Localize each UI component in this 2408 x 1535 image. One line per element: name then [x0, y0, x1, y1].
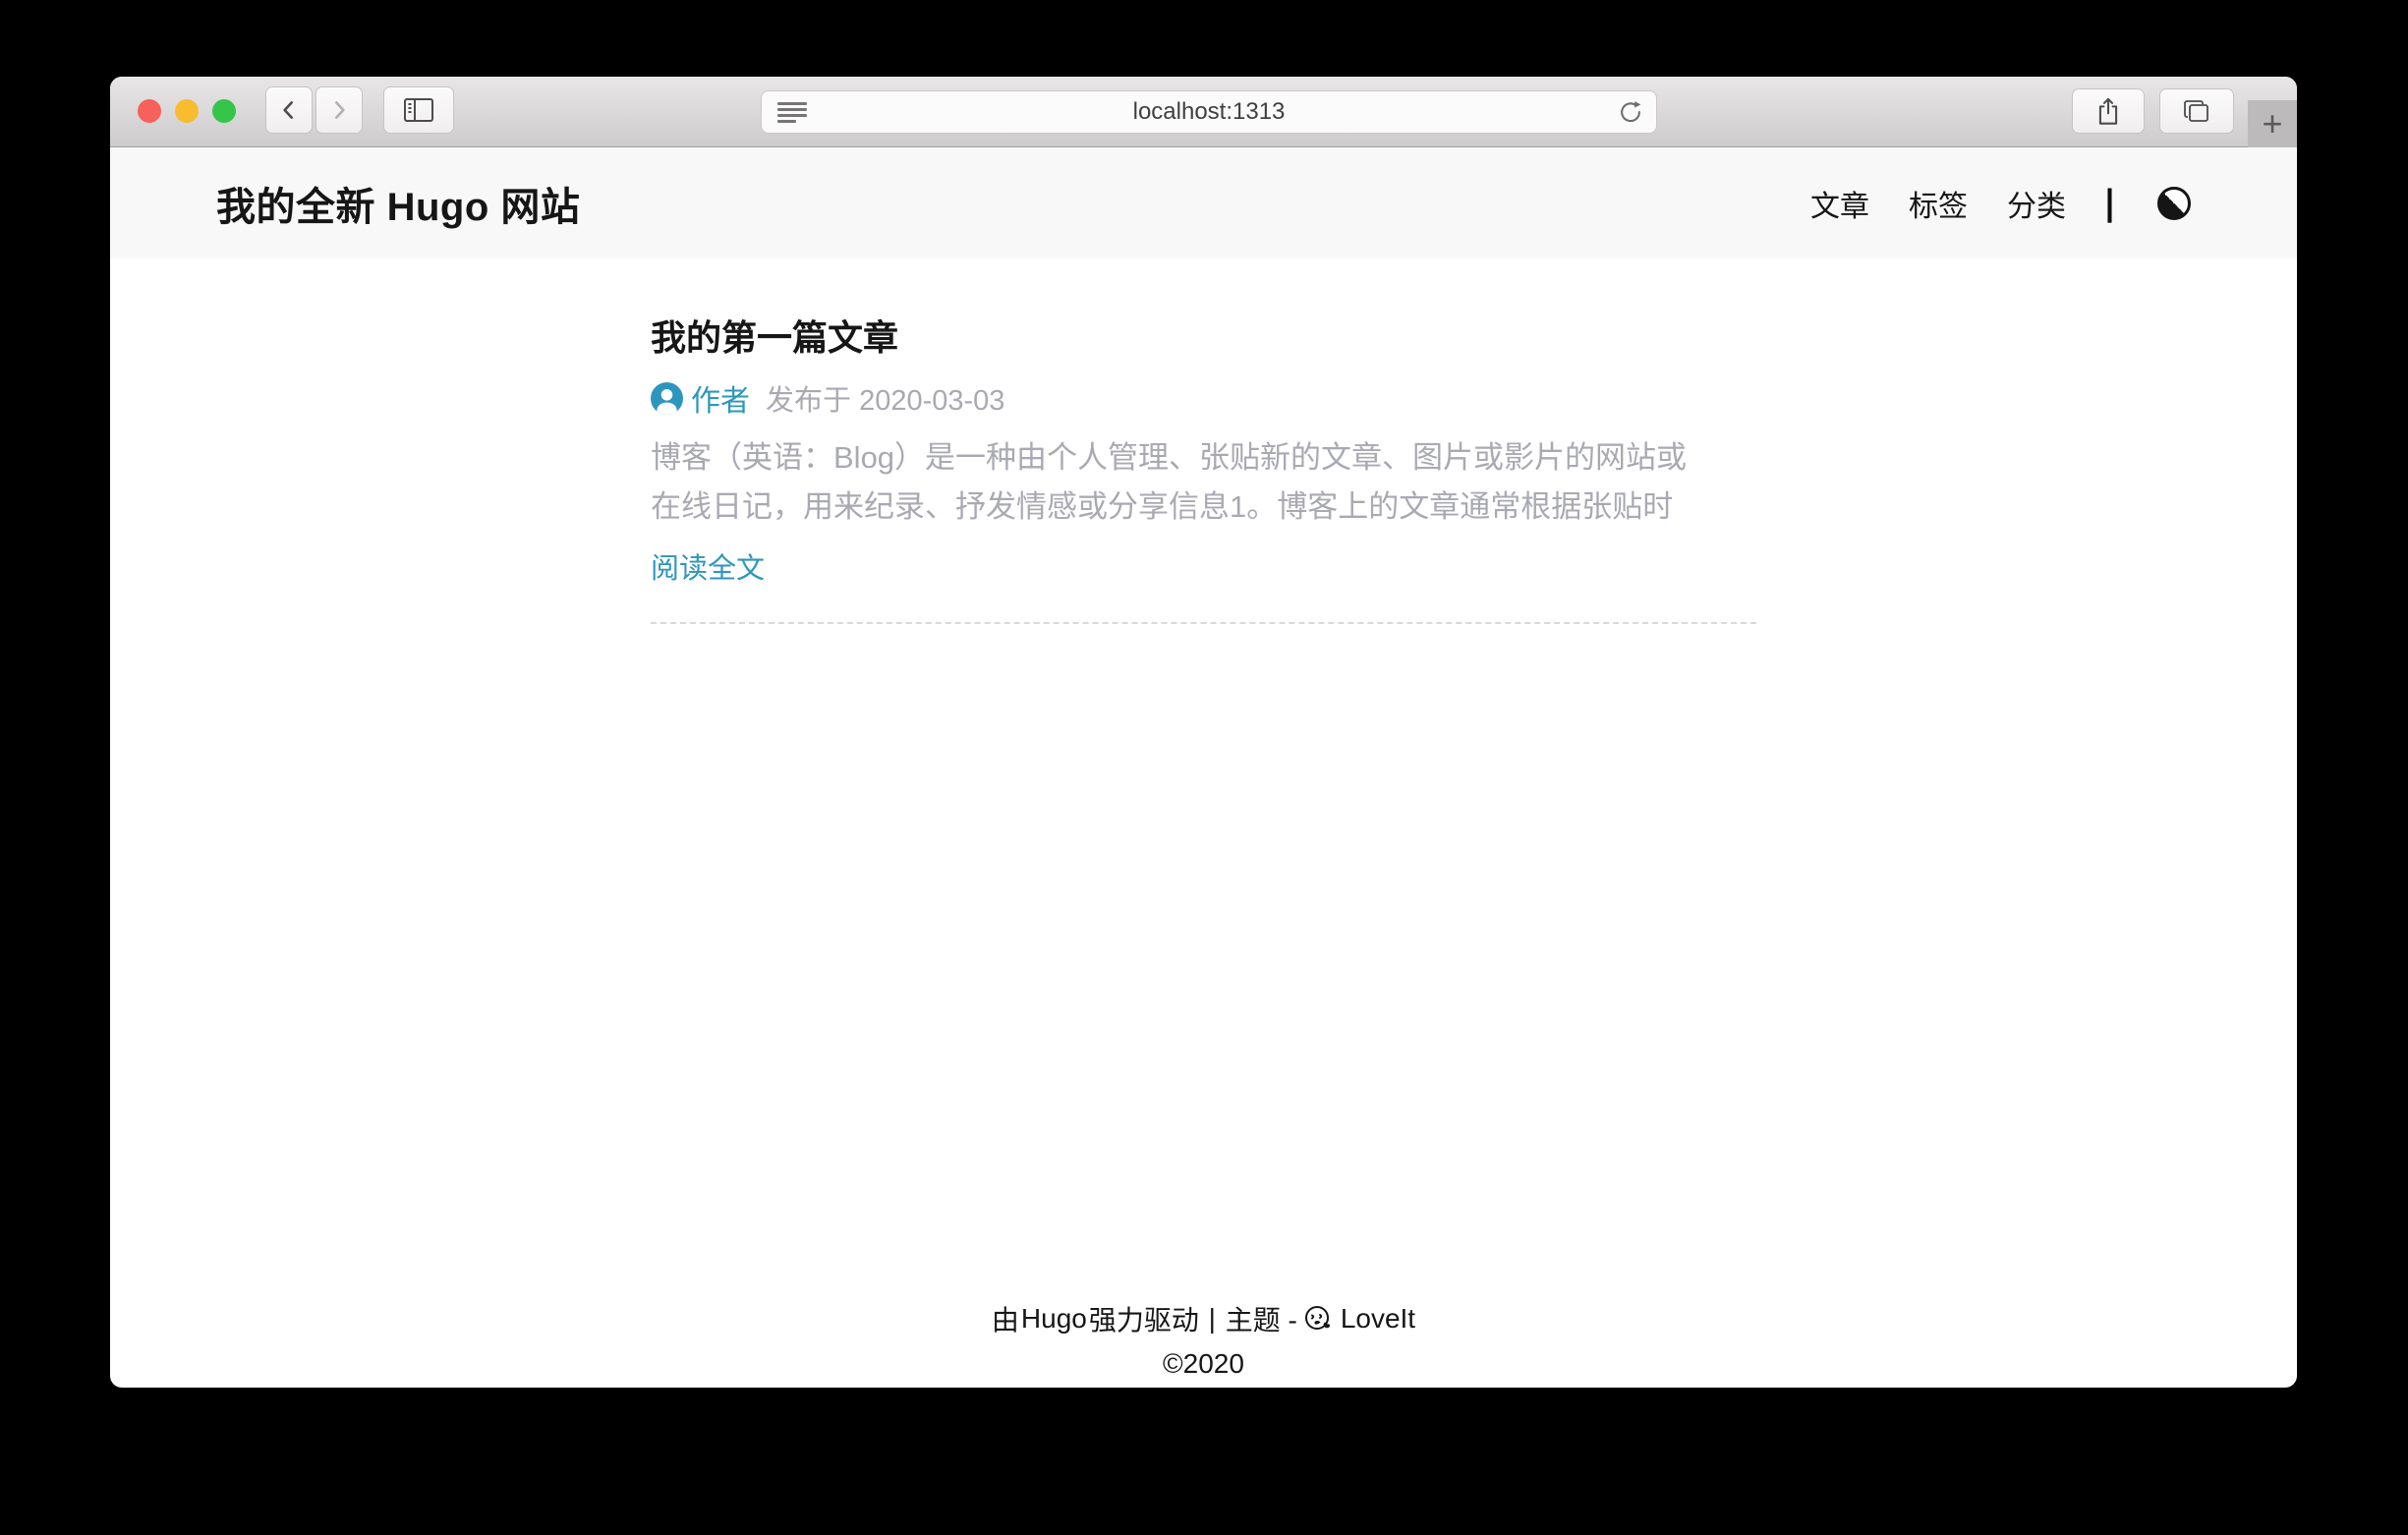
window-controls: [138, 99, 236, 123]
post-title[interactable]: 我的第一篇文章: [651, 310, 1756, 361]
zoom-window-button[interactable]: [212, 99, 236, 123]
browser-window: localhost:1313: [110, 77, 2297, 1388]
theme-toggle-icon[interactable]: [2157, 187, 2191, 220]
publish-date: 2020-03-03: [859, 385, 1004, 417]
sidebar-panel-icon: [403, 96, 434, 124]
reload-icon[interactable]: [1617, 99, 1644, 127]
post-meta: 作者 发布于 2020-03-03: [651, 376, 1756, 420]
close-window-button[interactable]: [138, 99, 161, 123]
site-header: 我的全新 Hugo 网站 文章 标签 分类 |: [110, 147, 2297, 258]
post-summary: 博客（英语：Blog）是一种由个人管理、张贴新的文章、图片或影片的网站或 在线日…: [651, 433, 1756, 532]
nav-item-posts[interactable]: 文章: [1810, 182, 1869, 225]
powered-suffix: 强力驱动: [1089, 1299, 1199, 1338]
powered-prefix: 由: [992, 1299, 1019, 1338]
share-icon: [2094, 96, 2122, 126]
hugo-link[interactable]: Hugo: [1021, 1303, 1087, 1335]
tab-overview-button[interactable]: [2159, 88, 2234, 134]
summary-line: 在线日记，用来纪录、抒发情感或分享信息1。博客上的文章通常根据张贴时: [651, 483, 1756, 532]
kissing-face-icon: [1303, 1304, 1333, 1334]
nav-separator: |: [2105, 182, 2114, 224]
forward-button[interactable]: [315, 86, 363, 134]
site-nav: 文章 标签 分类 |: [1810, 182, 2191, 225]
footer-separator: |: [1201, 1303, 1224, 1335]
post-list: 我的第一篇文章 作者 发布于 2020-03-03 博客（英语：Blog）是一种…: [651, 310, 1756, 624]
sidebar-toggle-button[interactable]: [383, 86, 454, 134]
chevron-right-icon: [326, 97, 352, 123]
browser-toolbar: localhost:1313: [110, 77, 2297, 147]
footer-copyright: ©2020: [110, 1348, 2297, 1380]
tabs-overview-icon: [2182, 97, 2211, 125]
footer-powered-line: 由 Hugo 强力驱动 | 主题 - LoveIt: [110, 1299, 2297, 1338]
chevron-left-icon: [276, 97, 302, 123]
url-text[interactable]: localhost:1313: [762, 90, 1656, 134]
site-footer: 由 Hugo 强力驱动 | 主题 - LoveIt ©2020: [110, 1299, 2297, 1380]
plus-icon: +: [2262, 106, 2282, 142]
post-author-link[interactable]: 作者: [691, 376, 750, 420]
read-more-link[interactable]: 阅读全文: [651, 545, 765, 587]
summary-line: 博客（英语：Blog）是一种由个人管理、张贴新的文章、图片或影片的网站或: [651, 433, 1756, 483]
publish-label: 发布于: [766, 385, 851, 417]
address-bar[interactable]: localhost:1313: [761, 90, 1657, 134]
user-circle-icon: [651, 382, 683, 415]
share-button[interactable]: [2072, 88, 2145, 134]
minimize-window-button[interactable]: [175, 99, 199, 123]
back-button[interactable]: [265, 86, 313, 134]
theme-label: 主题 -: [1226, 1299, 1297, 1338]
post-divider: [651, 622, 1756, 624]
nav-item-tags[interactable]: 标签: [1909, 182, 1968, 225]
post-publish-info: 发布于 2020-03-03: [766, 377, 1004, 419]
site-title[interactable]: 我的全新 Hugo 网站: [216, 175, 580, 232]
theme-link[interactable]: LoveIt: [1341, 1303, 1415, 1335]
new-tab-button[interactable]: +: [2248, 100, 2297, 147]
nav-item-categories[interactable]: 分类: [2007, 182, 2066, 225]
